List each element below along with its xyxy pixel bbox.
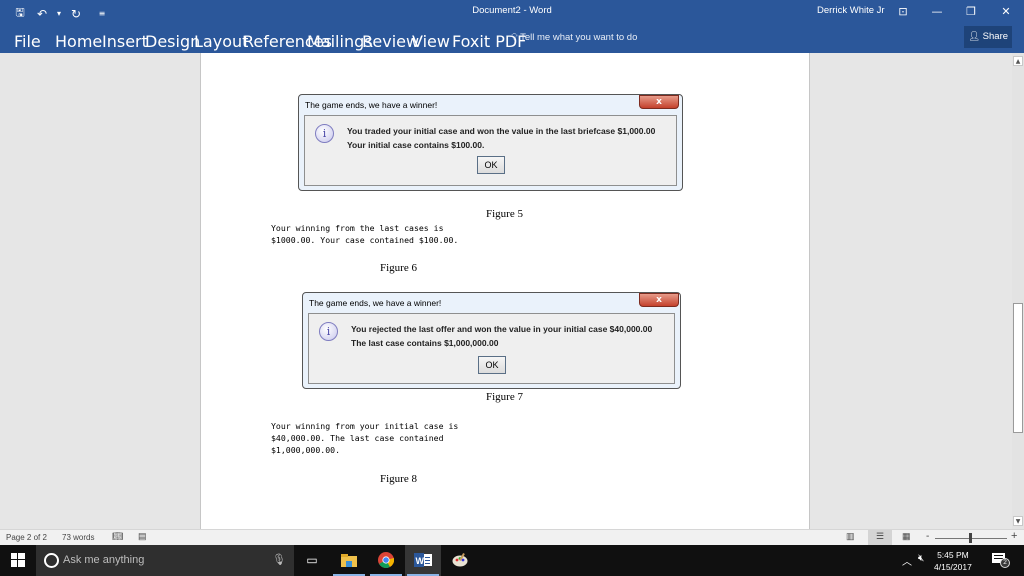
share-button[interactable]: 👤︎ Share (964, 26, 1012, 48)
web-layout-icon[interactable]: ▦ (902, 531, 911, 542)
word-taskbar-icon[interactable]: W (405, 545, 441, 576)
close-icon[interactable]: ✕ (996, 3, 1016, 21)
tell-me-search[interactable]: 💡︎ Tell me what you want to do (511, 32, 637, 43)
tab-home[interactable]: Home (55, 32, 102, 51)
figure-6-caption: Figure 6 (380, 262, 417, 274)
system-clock[interactable]: 5:45 PM 4/15/2017 (934, 549, 972, 573)
dialog-figure-5: The game ends, we have a winner! x i You… (298, 94, 683, 191)
clock-time: 5:45 PM (937, 550, 969, 560)
minimize-icon[interactable]: — (927, 3, 947, 21)
zoom-in-button[interactable]: + (1011, 530, 1017, 542)
dialog-message-line2: The last case contains $1,000,000.00 (351, 338, 499, 348)
ribbon-display-options-icon[interactable]: ⊡ (893, 3, 913, 21)
taskbar: Ask me anything 🎙︎ ▭ W ︿ 🔇︎ 5:45 PM 4/15… (0, 545, 1024, 576)
info-icon: i (315, 124, 334, 143)
ribbon-tabs: File Home Insert Design Layout Reference… (0, 24, 1024, 53)
status-bar: Page 2 of 2 73 words 📖︎ ▤ ▥ ☰ ▦ - + (0, 529, 1024, 545)
page-count[interactable]: Page 2 of 2 (6, 533, 47, 542)
scroll-down-arrow-icon[interactable]: ▼ (1013, 516, 1023, 526)
dialog-title: The game ends, we have a winner! (309, 298, 442, 308)
figure-5-caption: Figure 5 (486, 208, 523, 220)
dialog-figure-7: The game ends, we have a winner! x i You… (302, 292, 681, 389)
microphone-icon[interactable]: 🎙︎ (272, 553, 286, 566)
body-text-line: $1,000,000.00. (271, 445, 341, 455)
dialog-message-line1: You traded your initial case and won the… (347, 126, 656, 136)
tab-file[interactable]: File (14, 32, 41, 51)
zoom-slider-thumb[interactable] (969, 533, 972, 543)
proofing-icon[interactable]: 📖︎ (112, 531, 123, 542)
document-page[interactable]: The game ends, we have a winner! x i You… (200, 53, 810, 529)
cortana-icon (44, 553, 59, 568)
ok-button[interactable]: OK (478, 356, 506, 374)
show-hidden-icons-chevron-icon[interactable]: ︿ (902, 553, 912, 568)
task-view-icon[interactable]: ▭ (294, 545, 330, 576)
tab-view[interactable]: View (412, 32, 450, 51)
body-text-line: $1000.00. Your case contained $100.00. (271, 235, 459, 245)
share-label: Share (982, 31, 1009, 42)
tab-insert[interactable]: Insert (102, 32, 148, 51)
info-icon: i (319, 322, 338, 341)
dialog-message-line1: You rejected the last offer and won the … (351, 324, 653, 334)
notification-badge: 2 (1000, 558, 1010, 568)
search-placeholder: Ask me anything (63, 554, 145, 566)
vertical-scrollbar[interactable]: ▲ ▼ (1012, 53, 1024, 529)
body-text-line: $40,000.00. The last case contained (271, 433, 444, 443)
action-center-icon[interactable]: 2 (992, 552, 1010, 568)
figure-8-caption: Figure 8 (380, 473, 417, 485)
body-text-line: Your winning from the last cases is (271, 223, 444, 233)
scroll-up-arrow-icon[interactable]: ▲ (1013, 56, 1023, 66)
chrome-icon[interactable] (368, 545, 404, 576)
zoom-out-button[interactable]: - (926, 531, 929, 542)
dialog-close-button[interactable]: x (639, 95, 679, 109)
windows-start-icon[interactable] (0, 545, 36, 576)
dialog-body: i You rejected the last offer and won th… (308, 313, 675, 384)
lightbulb-icon: 💡︎ (511, 32, 518, 43)
tell-me-label: Tell me what you want to do (520, 32, 638, 43)
svg-text:W: W (416, 556, 425, 566)
tab-layout[interactable]: Layout (194, 32, 248, 51)
title-bar: 🖫 ↶ ▾ ↻ ≡ Document2 - Word Derrick White… (0, 0, 1024, 24)
print-layout-icon[interactable]: ☰ (868, 530, 892, 545)
volume-muted-icon[interactable]: 🔇︎ (918, 553, 924, 564)
dialog-close-button[interactable]: x (639, 293, 679, 307)
document-canvas: The game ends, we have a winner! x i You… (0, 53, 1012, 529)
file-explorer-icon[interactable] (331, 545, 367, 576)
ok-button[interactable]: OK (477, 156, 505, 174)
dialog-title: The game ends, we have a winner! (305, 100, 438, 110)
scrollbar-thumb[interactable] (1013, 303, 1023, 433)
figure-7-caption: Figure 7 (486, 391, 523, 403)
dialog-message-line2: Your initial case contains $100.00. (347, 140, 485, 150)
restore-icon[interactable]: ❐ (961, 3, 981, 21)
tab-design[interactable]: Design (145, 32, 200, 51)
person-icon: 👤︎ (967, 31, 981, 42)
macro-recording-icon[interactable]: ▤ (138, 531, 147, 542)
cortana-search-box[interactable]: Ask me anything 🎙︎ (36, 545, 294, 576)
paint-icon[interactable] (442, 545, 478, 576)
body-text-line: Your winning from your initial case is (271, 421, 459, 431)
dialog-body: i You traded your initial case and won t… (304, 115, 677, 186)
word-count[interactable]: 73 words (62, 533, 94, 542)
user-name[interactable]: Derrick White Jr (817, 5, 885, 16)
read-mode-icon[interactable]: ▥ (846, 531, 855, 542)
tab-review[interactable]: Review (362, 32, 419, 51)
clock-date: 4/15/2017 (934, 562, 972, 572)
